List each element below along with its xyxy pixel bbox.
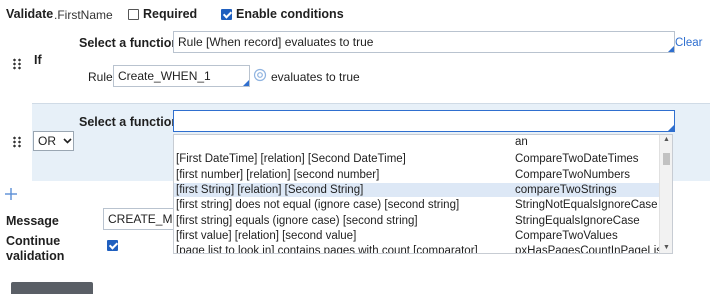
bottom-button[interactable] — [11, 282, 93, 294]
continue-validation-checkbox[interactable] — [107, 240, 118, 251]
dropdown-option[interactable]: [first number] [relation] [second number… — [174, 168, 660, 182]
select-function-label: Select a function — [79, 36, 180, 50]
function-field-active[interactable] — [173, 110, 675, 132]
dropdown-option[interactable]: an — [174, 135, 660, 149]
dropdown-corner-icon — [668, 125, 674, 131]
function-dropdown-list[interactable]: an [First DateTime] [relation] [Second D… — [173, 134, 673, 254]
scroll-down-icon[interactable]: ▼ — [663, 244, 670, 251]
enable-conditions-label: Enable conditions — [236, 7, 344, 21]
chevron-down-icon — [63, 138, 72, 144]
required-checkbox[interactable] — [128, 9, 139, 20]
add-icon[interactable] — [5, 188, 17, 200]
connector-value: OR — [38, 134, 56, 148]
message-label: Message — [6, 214, 59, 228]
function-field-value: Rule [When record] evaluates to true — [178, 35, 374, 49]
dropdown-option[interactable]: [first value] [relation] [second value] … — [174, 229, 660, 243]
function-field[interactable]: Rule [When record] evaluates to true — [173, 31, 675, 53]
scrollbar-thumb[interactable] — [663, 153, 670, 165]
rule-label: Rule — [88, 70, 113, 84]
property-name: .FirstName — [54, 8, 113, 22]
connector-select[interactable]: OR — [33, 131, 74, 151]
dropdown-scrollbar[interactable]: ▲ ▼ — [659, 135, 672, 253]
drag-handle-icon[interactable] — [12, 58, 22, 70]
dropdown-option[interactable]: [First DateTime] [relation] [Second Date… — [174, 152, 660, 166]
dropdown-corner-icon — [668, 46, 674, 52]
clear-link[interactable]: Clear — [675, 37, 702, 49]
continue-validation-label: Continue — [6, 234, 61, 248]
select-function-label: Select a function — [79, 115, 180, 129]
continue-validation-label-2: validation — [6, 249, 65, 263]
rule-field[interactable]: Create_WHEN_1 — [113, 65, 250, 87]
rule-field-value: Create_WHEN_1 — [118, 69, 211, 83]
enable-conditions-checkbox[interactable] — [221, 9, 232, 20]
required-label: Required — [143, 7, 198, 21]
message-field[interactable]: CREATE_MES — [103, 208, 188, 230]
validate-label: Validate — [6, 7, 54, 21]
dropdown-option[interactable]: [first string] equals (ignore case) [sec… — [174, 214, 660, 228]
rule-corner-icon — [243, 80, 249, 86]
target-icon[interactable] — [253, 68, 267, 82]
evaluates-text: evaluates to true — [271, 70, 360, 84]
dropdown-option-selected[interactable]: [first String] [relation] [Second String… — [174, 183, 660, 197]
dropdown-option[interactable]: [first string] does not equal (ignore ca… — [174, 198, 660, 212]
if-label: If — [34, 53, 42, 67]
drag-handle-icon[interactable] — [12, 136, 22, 148]
scroll-up-icon[interactable]: ▲ — [663, 136, 670, 143]
dropdown-option[interactable]: [page list to look in] contains pages wi… — [174, 244, 662, 253]
